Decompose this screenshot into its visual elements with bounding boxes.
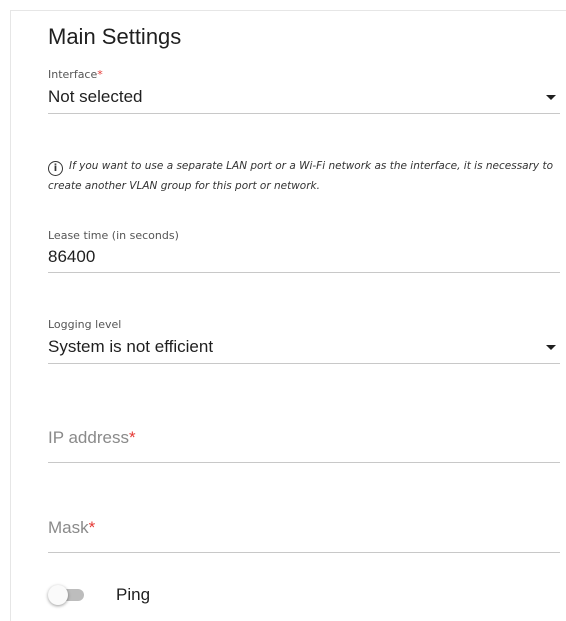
interface-label: Interface* <box>48 68 103 81</box>
lease-time-field: Lease time (in seconds) 86400 <box>48 229 560 273</box>
interface-field: Interface* Not selected <box>48 68 560 114</box>
ping-toggle[interactable] <box>48 584 88 606</box>
interface-note: i If you want to use a separate LAN port … <box>48 160 554 192</box>
logging-level-select[interactable]: System is not efficient <box>48 331 560 364</box>
section-title: Main Settings <box>48 24 182 49</box>
ping-row: Ping <box>48 584 150 606</box>
ip-address-field: IP address* <box>48 428 560 463</box>
logging-level-value: System is not efficient <box>48 337 214 356</box>
chevron-down-icon[interactable] <box>546 94 556 100</box>
info-icon: i <box>48 161 63 176</box>
logging-level-field: Logging level System is not efficient <box>48 318 560 364</box>
lease-time-label: Lease time (in seconds) <box>48 229 179 242</box>
lease-time-value: 86400 <box>48 247 96 266</box>
ip-address-input[interactable]: IP address* <box>48 428 560 463</box>
mask-field: Mask* <box>48 518 560 553</box>
mask-placeholder: Mask <box>48 518 89 537</box>
ip-address-placeholder: IP address <box>48 428 129 447</box>
chevron-down-icon[interactable] <box>546 344 556 350</box>
interface-value: Not selected <box>48 87 143 106</box>
logging-level-label: Logging level <box>48 318 122 331</box>
lease-time-input[interactable]: 86400 <box>48 242 560 273</box>
toggle-knob <box>48 585 68 605</box>
mask-input[interactable]: Mask* <box>48 518 560 553</box>
interface-select[interactable]: Not selected <box>48 81 560 114</box>
ping-label: Ping <box>116 585 151 604</box>
